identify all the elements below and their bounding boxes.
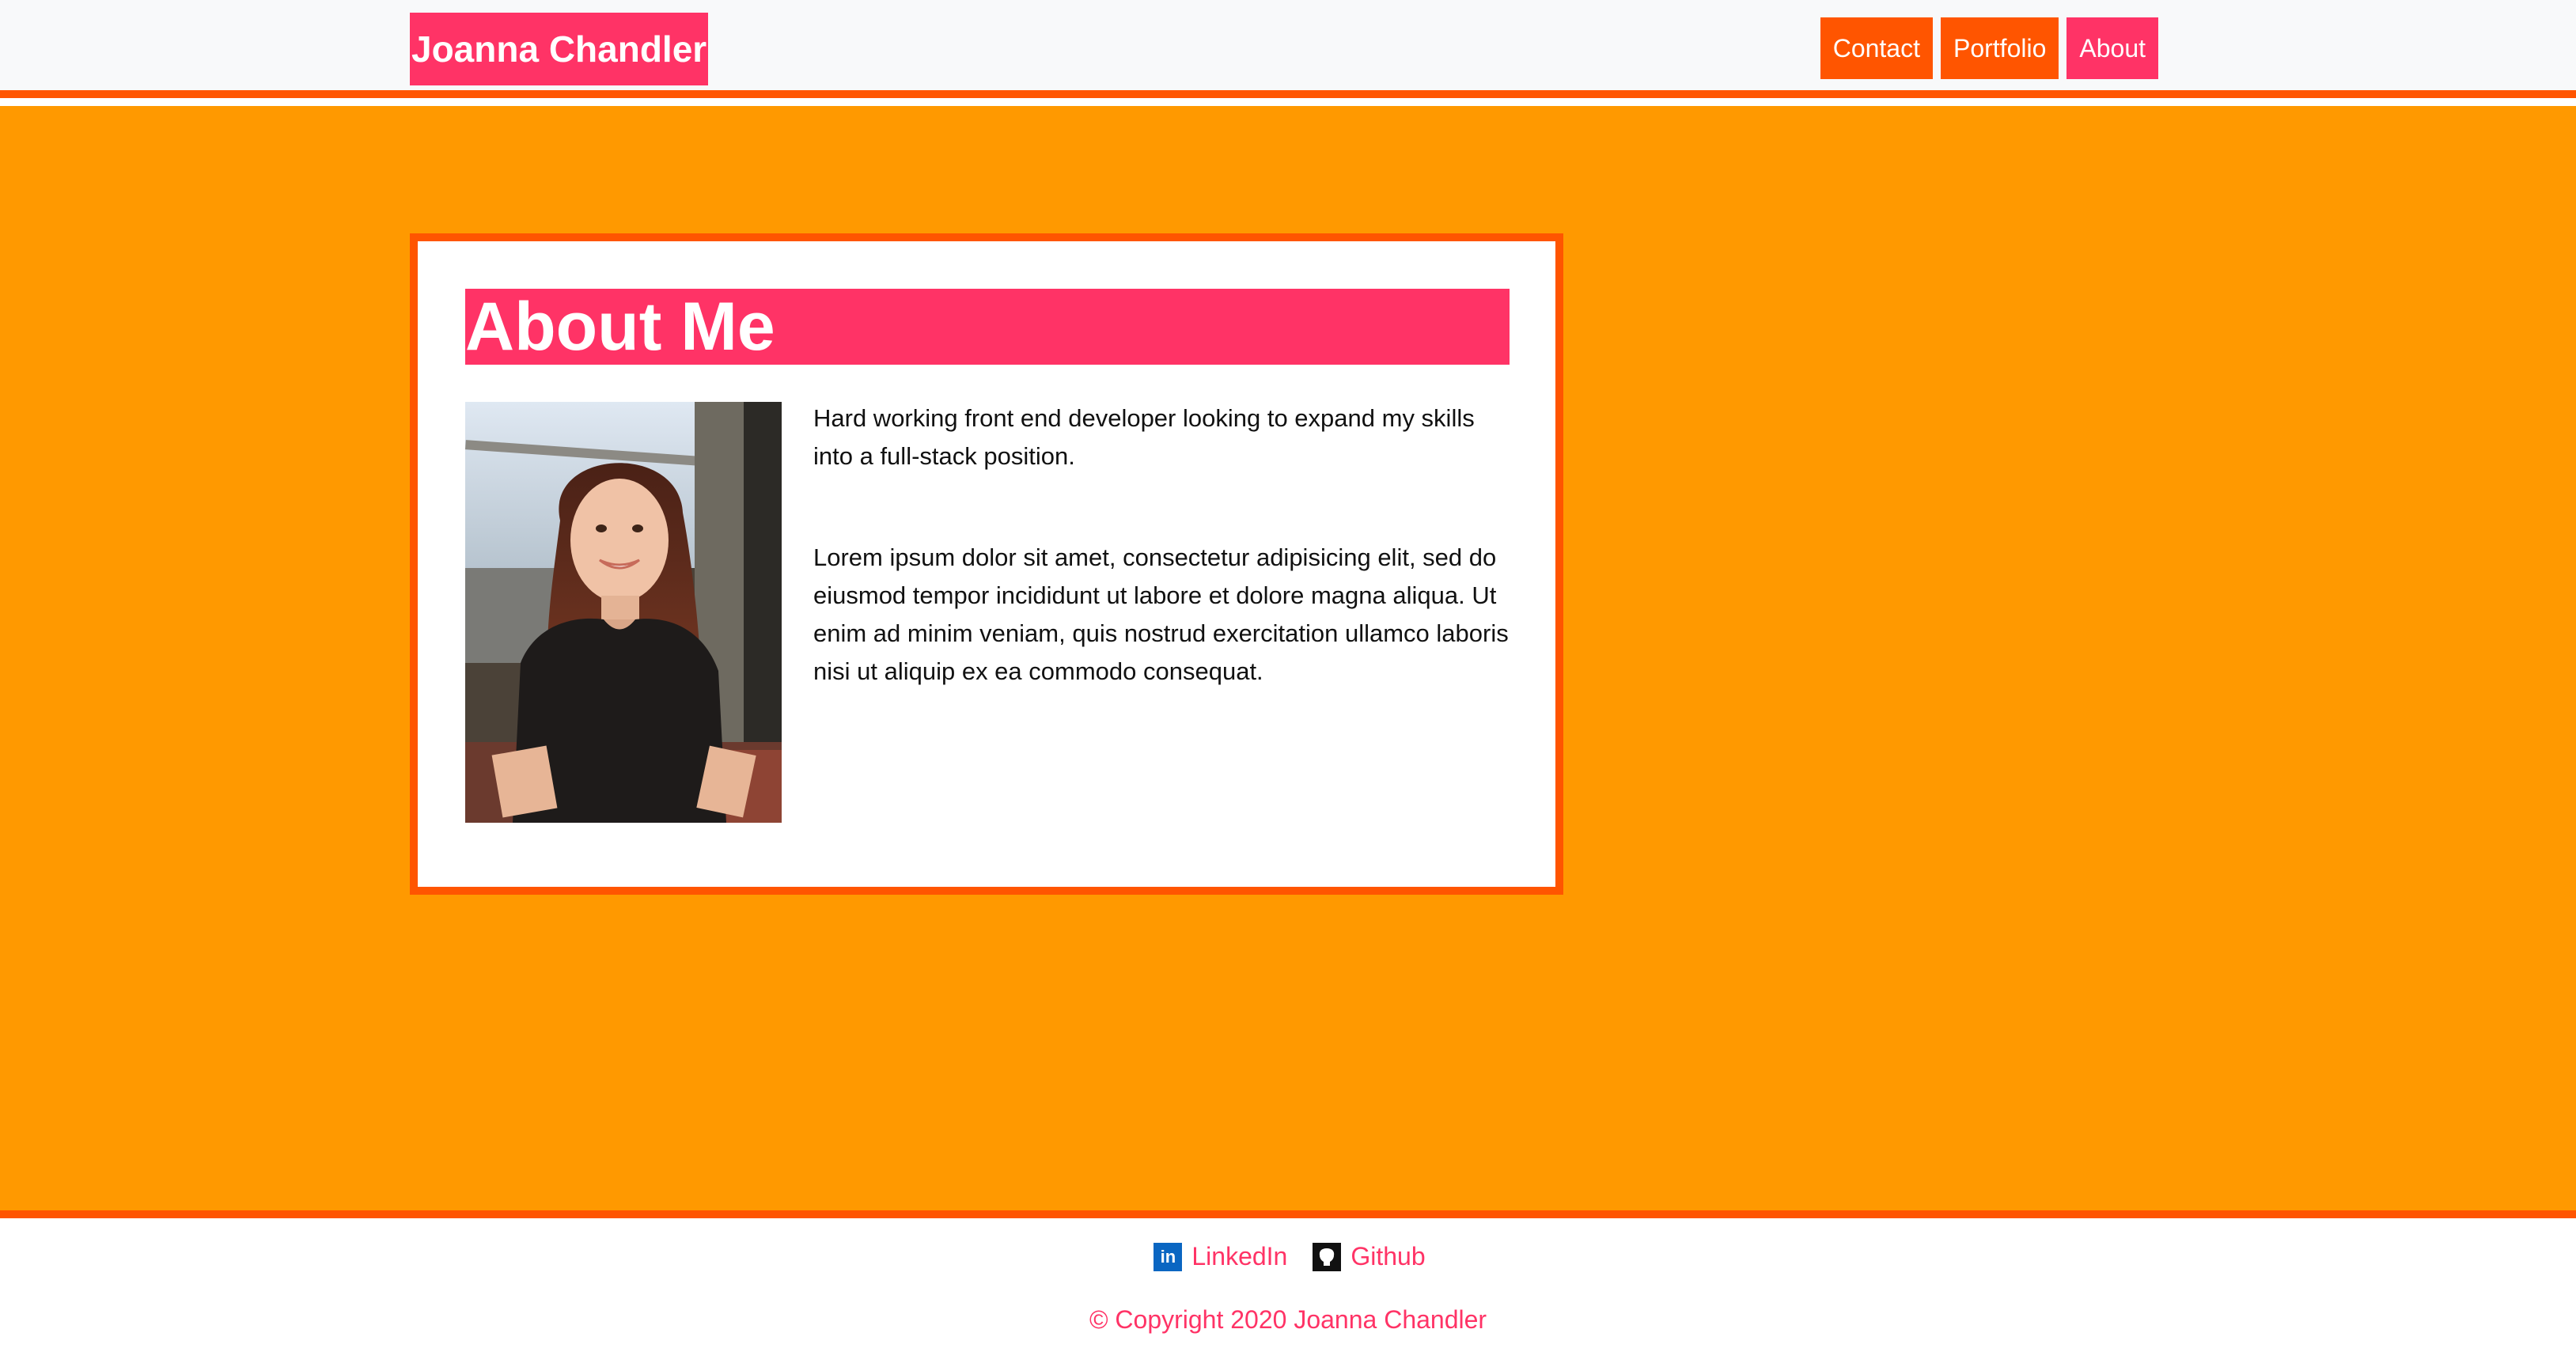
nav-contact[interactable]: Contact <box>1820 17 1933 79</box>
social-links: in LinkedIn Github <box>0 1242 2576 1271</box>
main-content: About Me Hard working front end develope… <box>0 106 2576 1210</box>
site-footer: in LinkedIn Github © Copyright 2020 Joan… <box>0 1210 2576 1367</box>
linkedin-label: LinkedIn <box>1191 1242 1288 1270</box>
site-header: Joanna Chandler Contact Portfolio About <box>0 0 2576 98</box>
linkedin-link[interactable]: in LinkedIn <box>1154 1242 1287 1271</box>
copyright-text: © Copyright 2020 Joanna Chandler <box>1089 1305 1487 1334</box>
bio-text: Hard working front end developer looking… <box>813 399 1510 754</box>
nav-about[interactable]: About <box>2066 17 2158 79</box>
main-nav: Contact Portfolio About <box>1820 17 2158 79</box>
github-label: Github <box>1351 1242 1426 1270</box>
linkedin-icon: in <box>1154 1242 1183 1271</box>
github-icon <box>1313 1242 1342 1271</box>
github-link[interactable]: Github <box>1313 1242 1426 1271</box>
about-title: About Me <box>465 289 1510 365</box>
portrait-photo-image <box>465 402 782 823</box>
nav-portfolio[interactable]: Portfolio <box>1940 17 2059 79</box>
bio-paragraph-lorem: Lorem ipsum dolor sit amet, consectetur … <box>813 543 1509 685</box>
portrait-photo <box>465 402 782 823</box>
brand-link[interactable]: Joanna Chandler <box>410 13 709 85</box>
bio-paragraph-intro: Hard working front end developer looking… <box>813 404 1475 470</box>
about-card: About Me Hard working front end develope… <box>410 233 1563 895</box>
